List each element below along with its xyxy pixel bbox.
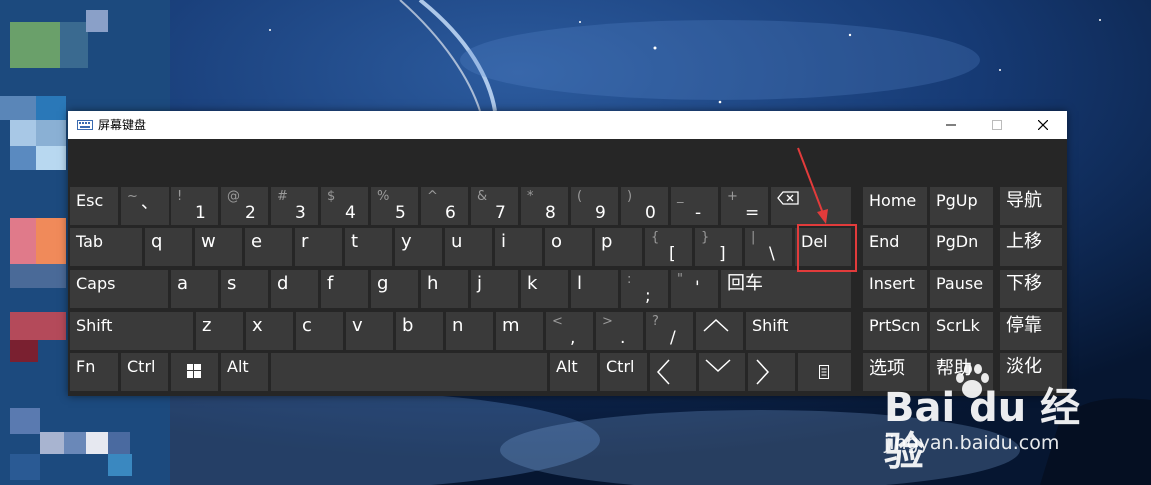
watermark-brand: Bai du 经验 — [884, 385, 1081, 475]
key-left-bracket[interactable]: {[ — [645, 228, 692, 266]
key-arrow-down[interactable] — [699, 353, 745, 391]
key-4[interactable]: $4 — [321, 187, 368, 225]
key-menu[interactable] — [798, 353, 851, 391]
key-prtscn[interactable]: PrtScn — [863, 312, 927, 350]
keyboard-icon — [77, 120, 93, 130]
key-m[interactable]: m — [496, 312, 543, 350]
key-enter[interactable]: 回车 — [721, 270, 851, 308]
key-dock[interactable]: 停靠 — [1000, 312, 1062, 350]
key-semicolon[interactable]: :; — [621, 270, 668, 308]
key-ctrl-right[interactable]: Ctrl — [600, 353, 647, 391]
key-esc[interactable]: Esc — [70, 187, 118, 225]
red-arrow-annotation — [797, 147, 828, 224]
key-alt-left[interactable]: Alt — [221, 353, 268, 391]
windows-icon — [187, 364, 201, 378]
maximize-button[interactable] — [974, 111, 1020, 139]
arrow-right-icon — [756, 359, 770, 385]
watermark-url: jingyan.baidu.com — [884, 432, 1060, 454]
key-tab[interactable]: Tab — [70, 228, 142, 266]
key-pause[interactable]: Pause — [930, 270, 993, 308]
title-bar[interactable]: 屏幕键盘 — [68, 111, 1067, 139]
key-j[interactable]: j — [471, 270, 518, 308]
key-arrow-right[interactable] — [748, 353, 795, 391]
key-p[interactable]: p — [595, 228, 642, 266]
key-backslash[interactable]: | \ — [745, 228, 792, 266]
key-ctrl-left[interactable]: Ctrl — [121, 353, 168, 391]
key-r[interactable]: r — [295, 228, 342, 266]
key-comma[interactable]: <, — [546, 312, 593, 350]
key-n[interactable]: n — [446, 312, 493, 350]
key-minus[interactable]: _ - — [671, 187, 718, 225]
key-u[interactable]: u — [445, 228, 492, 266]
key-o[interactable]: o — [545, 228, 592, 266]
key-y[interactable]: y — [395, 228, 442, 266]
key-caps[interactable]: Caps — [70, 270, 168, 308]
key-slash[interactable]: ? / — [646, 312, 693, 350]
key-pgdn[interactable]: PgDn — [930, 228, 993, 266]
key-alt-right[interactable]: Alt — [550, 353, 597, 391]
key-pgup[interactable]: PgUp — [930, 187, 993, 225]
key-1[interactable]: ! 1 — [171, 187, 218, 225]
key-end[interactable]: End — [863, 228, 927, 266]
arrow-left-icon — [656, 359, 670, 385]
arrow-up-icon — [703, 318, 729, 332]
key-period[interactable]: >. — [596, 312, 643, 350]
key-5[interactable]: % 5 — [371, 187, 418, 225]
key-h[interactable]: h — [421, 270, 468, 308]
key-space[interactable] — [271, 353, 547, 391]
key-2[interactable]: @2 — [221, 187, 268, 225]
key-3[interactable]: #3 — [271, 187, 318, 225]
key-l[interactable]: l — [571, 270, 618, 308]
key-z[interactable]: z — [196, 312, 243, 350]
key-arrow-up[interactable] — [696, 312, 743, 350]
arrow-down-icon — [705, 359, 731, 373]
key-0[interactable]: ) 0 — [621, 187, 668, 225]
key-right-bracket[interactable]: }] — [695, 228, 742, 266]
key-f[interactable]: f — [321, 270, 368, 308]
key-home[interactable]: Home — [863, 187, 927, 225]
key-w[interactable]: w — [195, 228, 242, 266]
key-move-up[interactable]: 上移 — [1000, 228, 1062, 266]
baidu-jingyan-watermark: Bai du 经验 jingyan.baidu.com — [860, 364, 1120, 474]
minimize-button[interactable] — [928, 111, 974, 139]
key-tilde[interactable]: ~、 — [121, 187, 169, 225]
key-g[interactable]: g — [371, 270, 418, 308]
key-scrlk[interactable]: ScrLk — [930, 312, 993, 350]
key-quote[interactable]: " ' — [671, 270, 718, 308]
key-d[interactable]: d — [271, 270, 318, 308]
key-a[interactable]: a — [171, 270, 218, 308]
del-key-highlight-box — [797, 224, 857, 272]
key-b[interactable]: b — [396, 312, 443, 350]
key-x[interactable]: x — [246, 312, 293, 350]
key-fn[interactable]: Fn — [70, 353, 118, 391]
key-arrow-left[interactable] — [650, 353, 696, 391]
key-windows[interactable] — [171, 353, 218, 391]
menu-icon — [819, 365, 829, 379]
window-title: 屏幕键盘 — [98, 118, 147, 132]
key-equals[interactable]: + = — [721, 187, 768, 225]
key-q[interactable]: q — [145, 228, 192, 266]
key-c[interactable]: c — [296, 312, 343, 350]
key-t[interactable]: t — [345, 228, 392, 266]
key-e[interactable]: e — [245, 228, 292, 266]
key-shift-left[interactable]: Shift — [70, 312, 193, 350]
key-6[interactable]: ^ 6 — [421, 187, 468, 225]
close-button[interactable] — [1020, 111, 1066, 139]
key-i[interactable]: i — [495, 228, 542, 266]
key-move-down[interactable]: 下移 — [1000, 270, 1062, 308]
key-nav[interactable]: 导航 — [1000, 187, 1062, 225]
key-v[interactable]: v — [346, 312, 393, 350]
key-shift-right[interactable]: Shift — [746, 312, 851, 350]
key-insert[interactable]: Insert — [863, 270, 927, 308]
key-k[interactable]: k — [521, 270, 568, 308]
key-s[interactable]: s — [221, 270, 268, 308]
close-icon — [1038, 120, 1048, 130]
key-7[interactable]: & 7 — [471, 187, 518, 225]
maximize-icon — [992, 120, 1002, 130]
key-8[interactable]: * 8 — [521, 187, 568, 225]
key-9[interactable]: (9 — [571, 187, 618, 225]
minimize-icon — [946, 124, 956, 126]
